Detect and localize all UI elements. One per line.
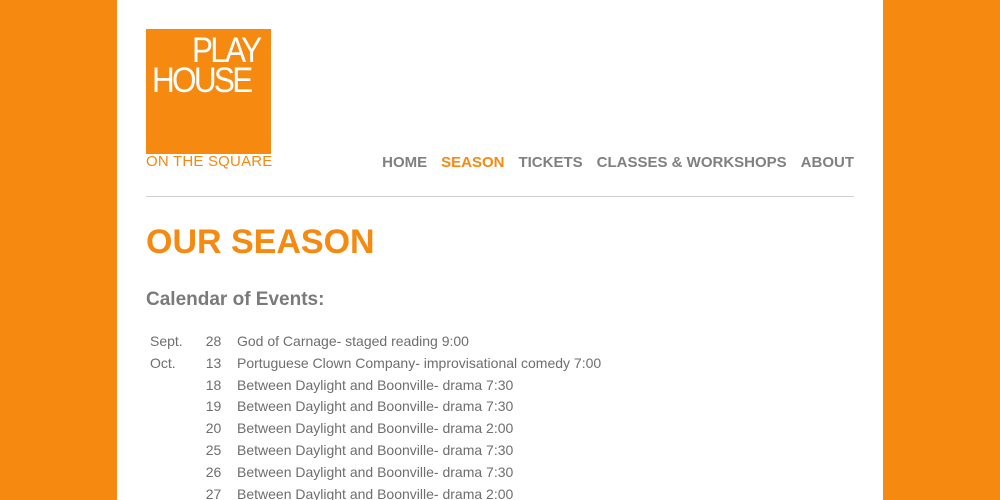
event-description: Between Daylight and Boonville- drama 2:… xyxy=(237,485,514,500)
page-content: PLAY HOUSE ON THE SQUARE HOME SEASON TIC… xyxy=(117,0,883,500)
event-description: God of Carnage- staged reading 9:00 xyxy=(237,333,469,349)
event-row: 19 Between Daylight and Boonville- drama… xyxy=(150,396,601,418)
page-title: OUR SEASON xyxy=(146,223,375,261)
event-day: 18 xyxy=(205,376,222,393)
event-description: Between Daylight and Boonville- drama 7:… xyxy=(237,463,514,480)
event-month xyxy=(150,418,190,440)
event-month xyxy=(150,375,190,397)
event-row: 27 Between Daylight and Boonville- drama… xyxy=(150,484,601,500)
event-description: Between Daylight and Boonville- drama 2:… xyxy=(237,420,514,437)
event-description: Between Daylight and Boonville- drama 7:… xyxy=(237,441,514,458)
nav-tickets[interactable]: TICKETS xyxy=(518,154,582,171)
event-day: 28 xyxy=(205,333,222,349)
event-day: 19 xyxy=(205,398,222,415)
header-divider xyxy=(146,196,854,197)
event-row: 20 Between Daylight and Boonville- drama… xyxy=(150,418,601,440)
event-month xyxy=(150,484,190,500)
event-row: Sept. 28 God of Carnage- staged reading … xyxy=(150,331,601,353)
nav-about[interactable]: ABOUT xyxy=(801,154,854,171)
calendar-heading: Calendar of Events: xyxy=(146,289,325,310)
playhouse-logo[interactable]: PLAY HOUSE xyxy=(146,29,271,154)
nav-classes-workshops[interactable]: CLASSES & WORKSHOPS xyxy=(597,154,787,171)
events-list: Sept. 28 God of Carnage- staged reading … xyxy=(150,331,601,500)
event-row: 25 Between Daylight and Boonville- drama… xyxy=(150,440,601,462)
event-day: 13 xyxy=(205,354,222,371)
event-description: Between Daylight and Boonville- drama 7:… xyxy=(237,376,514,393)
event-row: 26 Between Daylight and Boonville- drama… xyxy=(150,462,601,484)
event-day: 20 xyxy=(205,420,222,437)
event-description: Portuguese Clown Company- improvisationa… xyxy=(237,354,602,371)
event-month xyxy=(150,462,190,484)
nav-season[interactable]: SEASON xyxy=(441,154,504,171)
main-nav: HOME SEASON TICKETS CLASSES & WORKSHOPS … xyxy=(382,154,854,171)
event-month: Sept. xyxy=(150,333,183,349)
event-day: 26 xyxy=(205,463,222,480)
event-day: 25 xyxy=(205,441,222,458)
event-month xyxy=(150,396,190,418)
logo-subtitle: ON THE SQUARE xyxy=(146,153,273,170)
event-description: Between Daylight and Boonville- drama 7:… xyxy=(237,398,514,415)
event-month xyxy=(150,440,190,462)
event-row: Oct. 13 Portuguese Clown Company- improv… xyxy=(150,353,601,375)
event-month: Oct. xyxy=(150,354,176,371)
nav-home[interactable]: HOME xyxy=(382,154,427,171)
event-day: 27 xyxy=(205,485,222,500)
logo-text-house: HOUSE xyxy=(152,61,253,100)
event-row: 18 Between Daylight and Boonville- drama… xyxy=(150,375,601,397)
